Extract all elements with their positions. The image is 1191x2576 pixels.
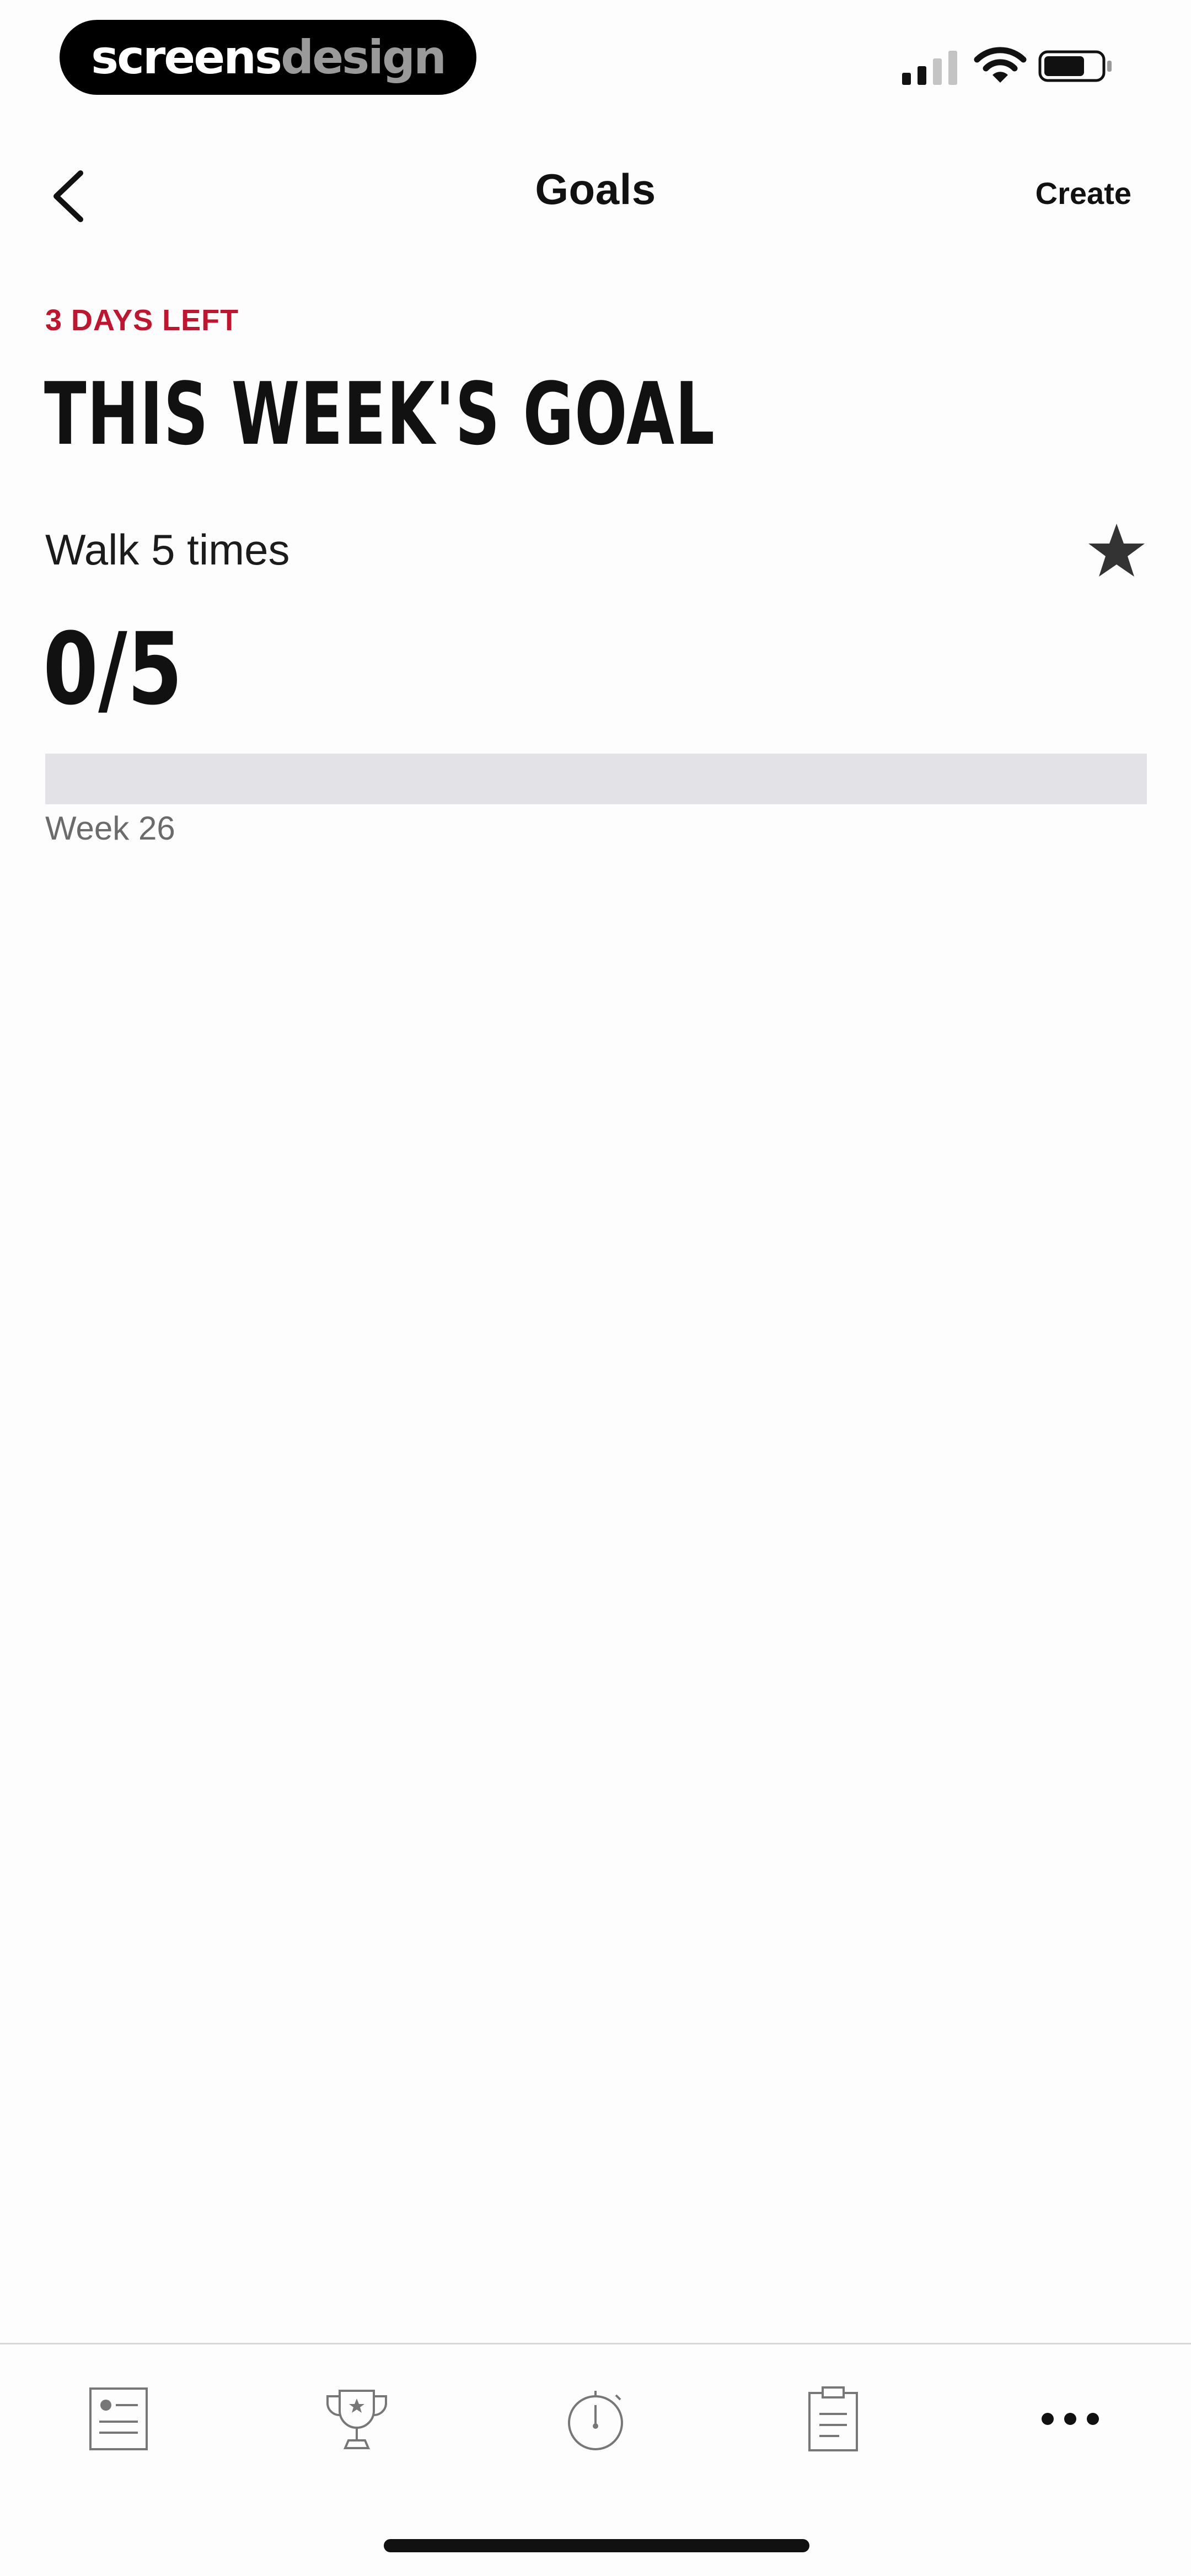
wifi-icon (974, 47, 1027, 83)
cellular-signal-icon (902, 51, 957, 85)
goal-heading: THIS WEEK'S GOAL (44, 364, 716, 464)
goal-progress-count: 0/5 (43, 612, 183, 727)
trophy-icon (326, 2390, 387, 2449)
logo-text-part2: design (281, 30, 447, 84)
home-indicator (384, 2539, 809, 2552)
days-left-label: 3 DAYS LEFT (45, 304, 239, 337)
tab-achievements[interactable] (315, 2378, 398, 2460)
screensdesign-logo: screens design (60, 20, 476, 95)
tab-run[interactable] (554, 2378, 637, 2460)
week-label: Week 26 (45, 810, 175, 847)
list-card-icon (89, 2387, 148, 2450)
more-dots-icon (1042, 2413, 1099, 2425)
tab-activity[interactable] (77, 2378, 160, 2460)
create-button[interactable]: Create (1036, 175, 1131, 211)
stopwatch-icon (568, 2391, 623, 2450)
clipboard-icon (808, 2386, 858, 2451)
star-icon[interactable] (1086, 521, 1147, 579)
tab-more[interactable] (1029, 2378, 1112, 2460)
goal-description: Walk 5 times (45, 525, 290, 574)
battery-icon (1038, 50, 1112, 82)
tab-plans[interactable] (792, 2378, 875, 2460)
page-title: Goals (535, 165, 656, 213)
logo-text-part1: screens (91, 30, 282, 84)
goal-progress-bar (45, 754, 1147, 804)
status-bar: screens design (0, 0, 1191, 110)
